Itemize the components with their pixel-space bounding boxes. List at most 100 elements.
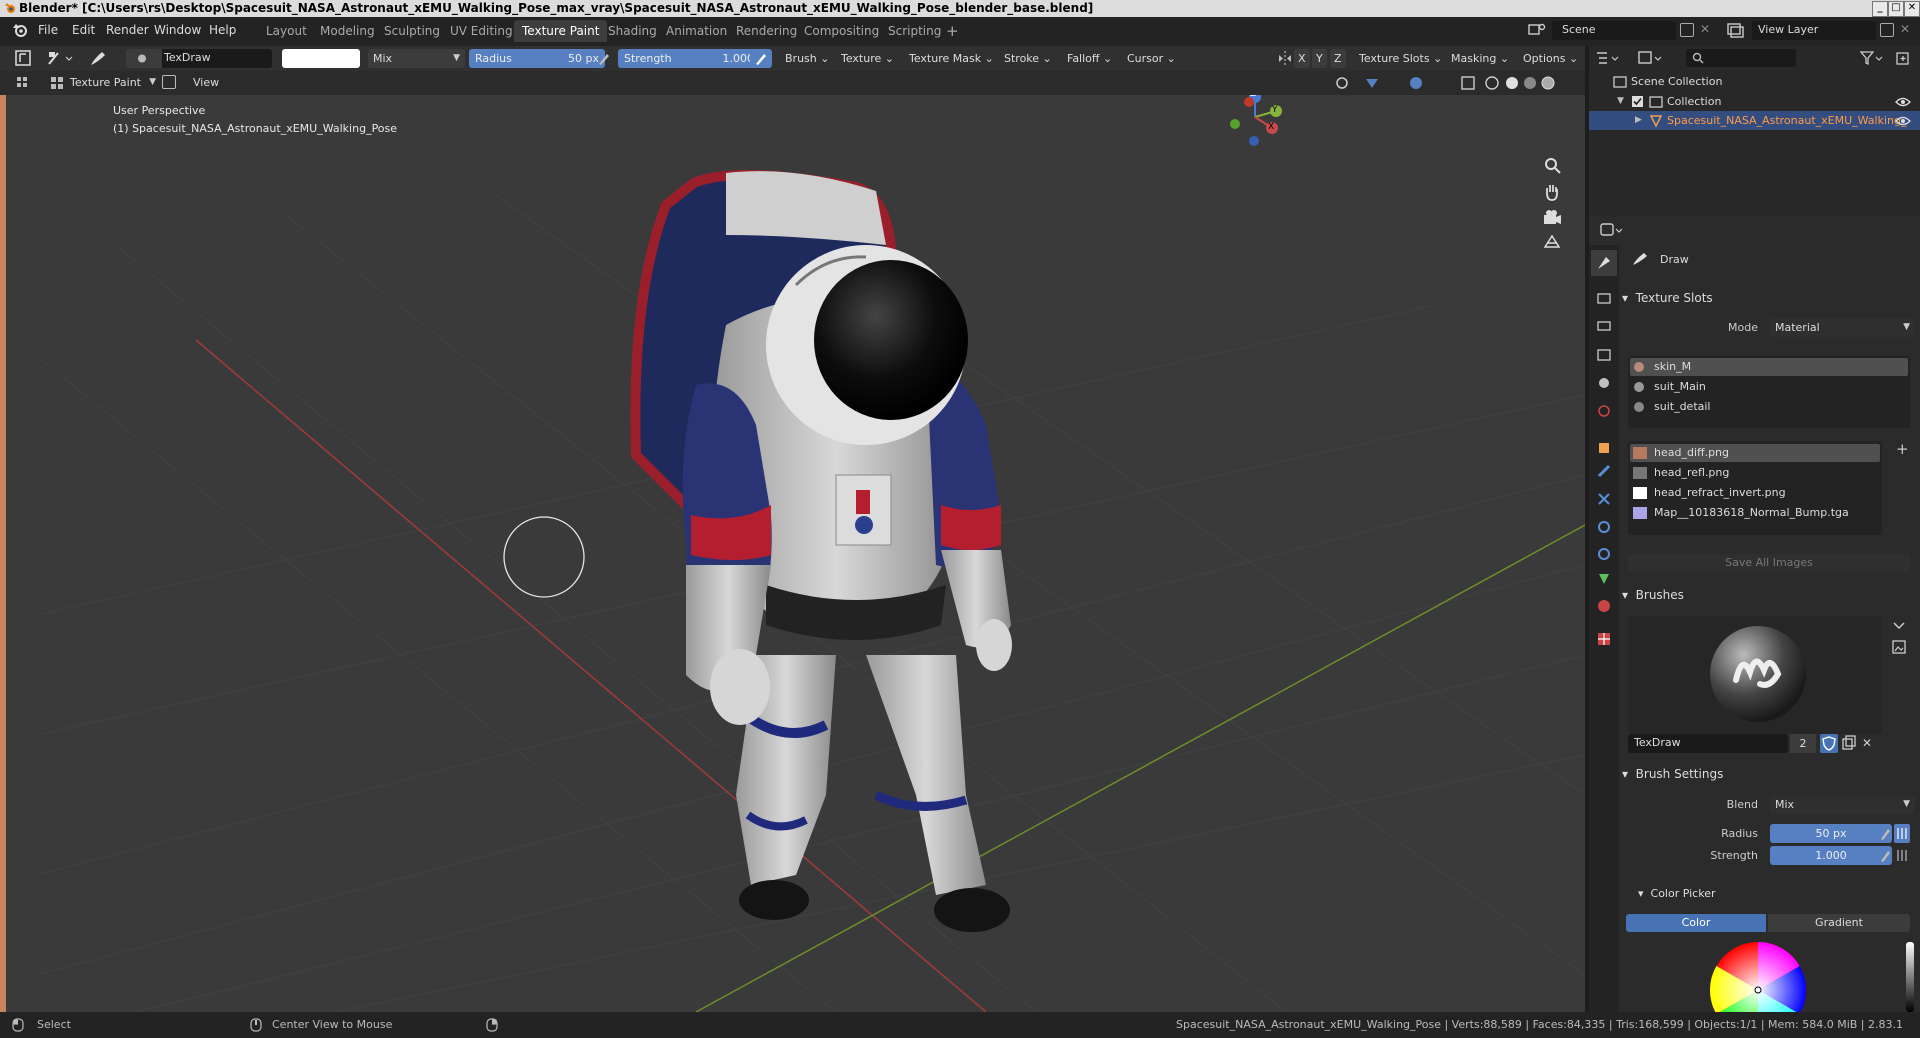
color-wheel[interactable] bbox=[1708, 940, 1808, 1012]
radius-unit-icon[interactable] bbox=[1894, 824, 1910, 843]
brush-name-field[interactable]: TexDraw bbox=[162, 49, 272, 68]
radius-pressure-icon[interactable] bbox=[1878, 824, 1892, 843]
menu-render[interactable]: Render bbox=[106, 23, 149, 37]
texture-slots-popover[interactable]: Texture Slots ⌄ bbox=[1354, 49, 1447, 68]
symmetry-icon[interactable] bbox=[1276, 49, 1294, 68]
display-mode-icon[interactable] bbox=[1636, 49, 1666, 67]
stroke-menu[interactable]: Stroke ⌄ bbox=[999, 49, 1057, 68]
new-view-layer-icon[interactable] bbox=[1880, 23, 1894, 37]
mirror-x-toggle[interactable]: X bbox=[1294, 49, 1310, 68]
options-popover[interactable]: Options ⌄ bbox=[1518, 49, 1583, 68]
cursor-menu[interactable]: Cursor ⌄ bbox=[1122, 49, 1181, 68]
brush-preview-box[interactable] bbox=[1628, 616, 1882, 734]
list-item[interactable]: suit_detail bbox=[1630, 398, 1908, 416]
scene-icon[interactable] bbox=[1527, 21, 1547, 39]
outliner-editor-icon[interactable] bbox=[1594, 49, 1624, 67]
view-layer-field[interactable]: View Layer bbox=[1752, 21, 1876, 40]
duplicate-brush-icon[interactable] bbox=[1840, 734, 1858, 753]
maximize-button[interactable]: □ bbox=[1888, 1, 1904, 17]
delete-scene-icon[interactable]: ✕ bbox=[1700, 22, 1710, 36]
strength-slider[interactable]: Strength 1.000 bbox=[618, 49, 760, 68]
falloff-menu[interactable]: Falloff ⌄ bbox=[1062, 49, 1117, 68]
tab-scripting[interactable]: Scripting bbox=[880, 20, 949, 42]
list-item[interactable]: Map__10183618_Normal_Bump.tga bbox=[1630, 504, 1880, 522]
outliner-object-row[interactable]: ▶ Spacesuit_NASA_Astronaut_xEMU_Walking_ bbox=[1589, 111, 1920, 130]
pan-hand-icon[interactable] bbox=[1541, 181, 1563, 203]
mirror-z-toggle[interactable]: Z bbox=[1330, 49, 1346, 68]
outliner-search-input[interactable] bbox=[1686, 49, 1796, 67]
scene-field[interactable]: Scene bbox=[1552, 21, 1676, 40]
save-all-images-button[interactable]: Save All Images bbox=[1628, 554, 1910, 572]
tab-compositing[interactable]: Compositing bbox=[796, 20, 887, 42]
brush-name-input[interactable]: TexDraw bbox=[1628, 734, 1788, 753]
list-item[interactable]: head_refract_invert.png bbox=[1630, 484, 1880, 502]
brush-strength-slider[interactable]: 1.000 bbox=[1770, 846, 1892, 865]
strength-unit-icon[interactable] bbox=[1894, 846, 1910, 865]
brush-settings-panel-header[interactable]: ▾ Brush Settings bbox=[1622, 763, 1723, 785]
camera-icon[interactable] bbox=[1541, 207, 1563, 229]
properties-editor-icon[interactable] bbox=[1598, 221, 1626, 239]
list-item[interactable]: head_diff.png bbox=[1630, 444, 1880, 462]
tab-texture-paint[interactable]: Texture Paint bbox=[514, 20, 608, 42]
eye-icon[interactable] bbox=[1895, 96, 1911, 108]
brush-blend-dropdown[interactable]: Mix ▼ bbox=[1770, 795, 1915, 814]
unlink-brush-icon[interactable]: ✕ bbox=[1862, 736, 1872, 750]
checkbox-icon[interactable] bbox=[1631, 95, 1644, 108]
add-slot-icon[interactable]: + bbox=[1896, 440, 1909, 458]
view-menu[interactable]: View bbox=[188, 73, 224, 92]
image-slot-list[interactable]: head_diff.png head_refl.png head_refract… bbox=[1628, 441, 1882, 535]
radius-slider[interactable]: Radius 50 px bbox=[469, 49, 605, 68]
texture-mode-dropdown[interactable]: Material ▼ bbox=[1770, 318, 1915, 337]
tab-rendering[interactable]: Rendering bbox=[728, 20, 805, 42]
3d-viewport[interactable]: User Perspective (1) Spacesuit_NASA_Astr… bbox=[36, 95, 1585, 1012]
brush-image-icon[interactable] bbox=[1890, 638, 1908, 656]
list-item[interactable]: head_refl.png bbox=[1630, 464, 1880, 482]
masking-popover[interactable]: Masking ⌄ bbox=[1446, 49, 1514, 68]
blender-menu-icon[interactable] bbox=[12, 22, 28, 38]
tab-animation[interactable]: Animation bbox=[658, 20, 735, 42]
brush-menu[interactable]: Brush ⌄ bbox=[780, 49, 834, 68]
mask-toggle-icon[interactable] bbox=[162, 75, 176, 89]
brush-radius-slider[interactable]: 50 px bbox=[1770, 824, 1892, 843]
collapse-arrow-icon[interactable]: ▼ bbox=[1617, 92, 1624, 111]
tab-sculpting[interactable]: Sculpting bbox=[376, 20, 448, 42]
ortho-grid-icon[interactable] bbox=[1541, 231, 1563, 253]
fake-user-shield-icon[interactable] bbox=[1820, 734, 1838, 753]
tab-layout[interactable]: Layout bbox=[258, 20, 315, 42]
menu-edit[interactable]: Edit bbox=[72, 23, 95, 37]
texture-mask-menu[interactable]: Texture Mask ⌄ bbox=[904, 49, 999, 68]
brush-datablock-icon[interactable] bbox=[126, 49, 162, 68]
filter-icon[interactable] bbox=[1858, 49, 1884, 67]
menu-file[interactable]: File bbox=[38, 23, 58, 37]
brushes-panel-header[interactable]: ▾ Brushes bbox=[1622, 584, 1684, 606]
material-list[interactable]: skin_M suit_Main suit_detail bbox=[1628, 356, 1910, 428]
color-tab[interactable]: Color bbox=[1626, 914, 1766, 932]
menu-help[interactable]: Help bbox=[209, 23, 236, 37]
brush-users-count[interactable]: 2 bbox=[1790, 734, 1816, 753]
tab-shading[interactable]: Shading bbox=[600, 20, 665, 42]
new-scene-icon[interactable] bbox=[1680, 23, 1694, 37]
gradient-tab[interactable]: Gradient bbox=[1768, 914, 1910, 932]
strength-pressure-icon[interactable] bbox=[1878, 846, 1892, 865]
list-item[interactable]: suit_Main bbox=[1630, 378, 1908, 396]
value-slider[interactable] bbox=[1906, 942, 1914, 1012]
delete-view-layer-icon[interactable]: ✕ bbox=[1900, 22, 1910, 36]
tab-modeling[interactable]: Modeling bbox=[312, 20, 383, 42]
interaction-mode-icon[interactable] bbox=[46, 49, 76, 67]
strength-pressure-icon[interactable] bbox=[750, 49, 772, 68]
brush-tool-icon[interactable] bbox=[88, 48, 110, 68]
mode-dropdown[interactable]: Texture Paint ▼ bbox=[46, 73, 161, 92]
texture-menu[interactable]: Texture ⌄ bbox=[836, 49, 899, 68]
list-item[interactable]: skin_M bbox=[1630, 358, 1908, 376]
outliner-scene-collection[interactable]: Scene Collection bbox=[1589, 72, 1920, 91]
eye-icon[interactable] bbox=[1895, 115, 1911, 127]
mirror-y-toggle[interactable]: Y bbox=[1312, 49, 1327, 68]
radius-pressure-icon[interactable] bbox=[595, 49, 613, 68]
brush-color-swatch[interactable] bbox=[282, 49, 360, 68]
expand-arrow-icon[interactable]: ▶ bbox=[1635, 111, 1642, 130]
add-workspace-icon[interactable]: + bbox=[946, 22, 959, 40]
menu-window[interactable]: Window bbox=[154, 23, 201, 37]
outliner-collection[interactable]: ▼ Collection bbox=[1589, 92, 1920, 111]
tool-settings-icon[interactable] bbox=[14, 74, 32, 92]
new-collection-icon[interactable] bbox=[1894, 49, 1912, 67]
